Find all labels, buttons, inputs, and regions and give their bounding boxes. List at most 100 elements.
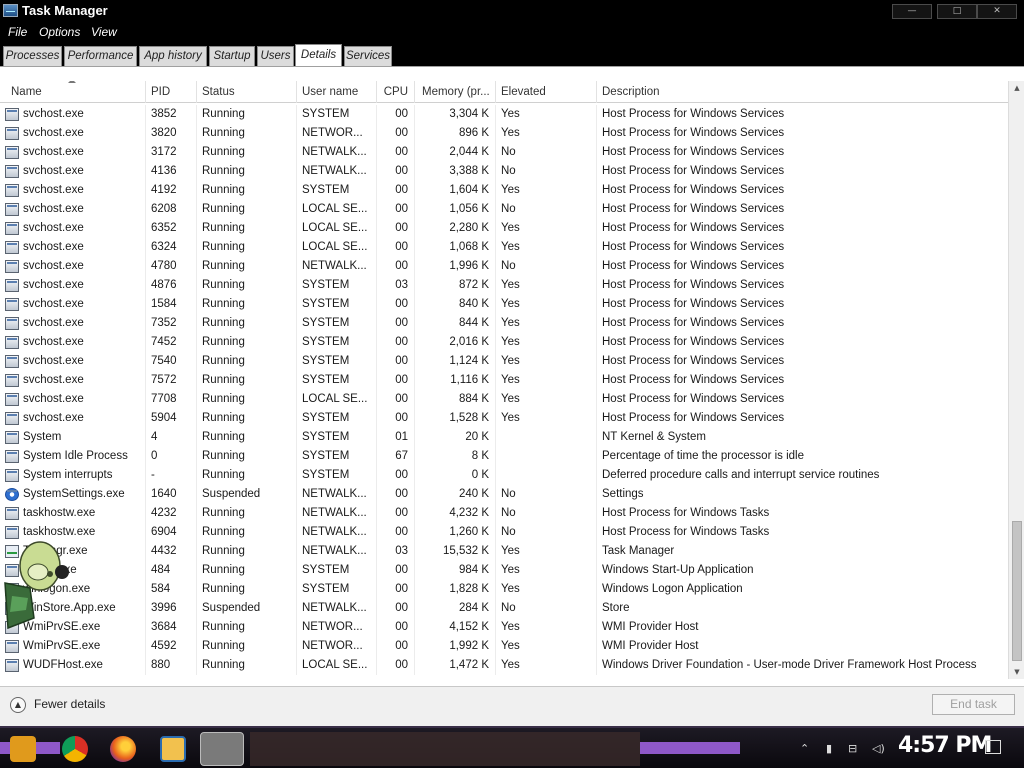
maximize-button[interactable]: □ (937, 4, 977, 19)
close-button[interactable]: ✕ (977, 4, 1017, 19)
process-cpu: 01 (377, 428, 415, 447)
tab-performance[interactable]: Performance (64, 46, 137, 66)
process-description: Host Process for Windows Services (602, 165, 785, 177)
table-row[interactable]: svchost.exe 4192 Running SYSTEM 00 1,604 K Yes… (0, 181, 1008, 200)
notification-icon[interactable] (985, 740, 1001, 754)
start-icon[interactable] (10, 736, 36, 762)
table-row[interactable]: WmiPrvSE.exe 4592 Running NETWOR... 00 1,992 … (0, 637, 1008, 656)
task-manager-icon[interactable] (200, 732, 244, 766)
table-row[interactable]: System interrupts - Running SYSTEM 00 0 K Defe… (0, 466, 1008, 485)
svchost-icon (5, 412, 19, 425)
table-row[interactable]: svchost.exe 3852 Running SYSTEM 00 3,304 K Yes… (0, 105, 1008, 124)
column-pid[interactable]: PID (146, 81, 197, 103)
network-icon[interactable]: ⊟ (848, 742, 857, 755)
process-memory: 844 K (415, 314, 496, 333)
process-status: Running (197, 314, 297, 333)
scroll-up-icon[interactable]: ▲ (1011, 81, 1023, 95)
table-row[interactable]: svchost.exe 4780 Running NETWALK... 00 1,996 … (0, 257, 1008, 276)
svchost-icon (5, 355, 19, 368)
table-row[interactable]: Taskmgr.exe 4432 Running NETWALK... 03 15,532… (0, 542, 1008, 561)
table-row[interactable]: svchost.exe 4136 Running NETWALK... 00 3,388 … (0, 162, 1008, 181)
process-name: svchost.exe (0, 295, 146, 314)
process-elevated (496, 447, 597, 466)
column-name[interactable]: Name (0, 81, 146, 103)
column-description[interactable]: Description (597, 81, 1008, 103)
menu-options[interactable]: Options (39, 25, 80, 39)
tab-details[interactable]: Details (295, 44, 342, 67)
process-pid: 584 (146, 580, 197, 599)
table-row[interactable]: taskhostw.exe 4232 Running NETWALK... 00 4,23… (0, 504, 1008, 523)
tab-processes[interactable]: Processes (3, 46, 62, 66)
svchost-icon (5, 336, 19, 349)
process-list: svchost.exe 3852 Running SYSTEM 00 3,304 K Yes… (0, 105, 1008, 679)
table-row[interactable]: taskhostw.exe 6904 Running NETWALK... 00 1,26… (0, 523, 1008, 542)
process-pid: 3172 (146, 143, 197, 162)
column-cpu[interactable]: CPU (377, 81, 415, 103)
volume-icon[interactable]: ◁) (872, 742, 885, 755)
table-row[interactable]: SystemSettings.exe 1640 Suspended NETWALK..… (0, 485, 1008, 504)
table-row[interactable]: svchost.exe 3820 Running NETWOR... 00 896 K Ye… (0, 124, 1008, 143)
table-row[interactable]: svchost.exe 1584 Running SYSTEM 00 840 K Yes Ho… (0, 295, 1008, 314)
process-user: SYSTEM (297, 561, 377, 580)
tab-startup[interactable]: Startup (209, 46, 255, 66)
chevron-up-icon[interactable]: ⌃ (800, 742, 809, 755)
process-status: Running (197, 580, 297, 599)
table-row[interactable]: System Idle Process 0 Running SYSTEM 67 8 K Pe… (0, 447, 1008, 466)
column-user-name[interactable]: User name (297, 81, 377, 103)
chevron-up-icon[interactable]: ▲ (10, 697, 26, 713)
tablet-icon[interactable]: ▮ (826, 742, 832, 755)
scroll-down-icon[interactable]: ▼ (1011, 665, 1023, 679)
process-pid: 6904 (146, 523, 197, 542)
fewer-details-link[interactable]: Fewer details (34, 697, 105, 711)
column-memory[interactable]: Memory (pr... (415, 81, 496, 103)
wudf-icon (5, 659, 19, 672)
process-memory: 20 K (415, 428, 496, 447)
table-row[interactable]: svchost.exe 5904 Running SYSTEM 00 1,528 K Yes… (0, 409, 1008, 428)
table-row[interactable]: svchost.exe 6352 Running LOCAL SE... 00 2,280… (0, 219, 1008, 238)
table-row[interactable]: svchost.exe 6208 Running LOCAL SE... 00 1,056… (0, 200, 1008, 219)
process-pid: 484 (146, 561, 197, 580)
process-pid: 4592 (146, 637, 197, 656)
firefox-icon[interactable] (110, 736, 136, 762)
vertical-scrollbar[interactable]: ▲ ▼ (1008, 81, 1024, 679)
tab-app-history[interactable]: App history (139, 46, 207, 66)
process-elevated: Yes (496, 618, 597, 637)
table-row[interactable]: wininit.exe 484 Running SYSTEM 00 984 K Yes Win… (0, 561, 1008, 580)
process-cpu: 00 (377, 637, 415, 656)
table-row[interactable]: WinStore.App.exe 3996 Suspended NETWALK... 0… (0, 599, 1008, 618)
process-user: SYSTEM (297, 352, 377, 371)
table-row[interactable]: WmiPrvSE.exe 3684 Running NETWOR... 00 4,152 … (0, 618, 1008, 637)
scrollbar-thumb[interactable] (1012, 521, 1022, 661)
table-row[interactable]: svchost.exe 7452 Running SYSTEM 00 2,016 K Yes… (0, 333, 1008, 352)
end-task-button[interactable]: End task (932, 694, 1015, 715)
svchost-icon (5, 317, 19, 330)
table-row[interactable]: svchost.exe 7708 Running LOCAL SE... 00 884 K… (0, 390, 1008, 409)
file-explorer-icon[interactable] (160, 736, 186, 762)
table-row[interactable]: WUDFHost.exe 880 Running LOCAL SE... 00 1,472… (0, 656, 1008, 675)
process-user: LOCAL SE... (297, 238, 377, 257)
table-row[interactable]: svchost.exe 3172 Running NETWALK... 00 2,044 … (0, 143, 1008, 162)
process-status: Running (197, 409, 297, 428)
table-row[interactable]: svchost.exe 7540 Running SYSTEM 00 1,124 K Yes… (0, 352, 1008, 371)
tab-services[interactable]: Services (344, 46, 392, 66)
process-elevated: Yes (496, 637, 597, 656)
menu-file[interactable]: File (8, 25, 27, 39)
table-row[interactable]: svchost.exe 7572 Running SYSTEM 00 1,116 K Yes… (0, 371, 1008, 390)
tab-users[interactable]: Users (257, 46, 294, 66)
table-row[interactable]: svchost.exe 4876 Running SYSTEM 03 872 K Yes Ho… (0, 276, 1008, 295)
process-description: Host Process for Windows Tasks (602, 507, 770, 519)
table-row[interactable]: winlogon.exe 584 Running SYSTEM 00 1,828 K Yes… (0, 580, 1008, 599)
table-row[interactable]: System 4 Running SYSTEM 01 20 K NT Kernel & Sy… (0, 428, 1008, 447)
winlogon-icon (5, 583, 19, 596)
table-row[interactable]: svchost.exe 6324 Running LOCAL SE... 00 1,068… (0, 238, 1008, 257)
process-cpu: 00 (377, 618, 415, 637)
column-status[interactable]: Status (197, 81, 297, 103)
menu-view[interactable]: View (91, 25, 117, 39)
column-elevated[interactable]: Elevated (496, 81, 597, 103)
chrome-icon[interactable] (62, 736, 88, 762)
table-row[interactable]: svchost.exe 7352 Running SYSTEM 00 844 K Yes Ho… (0, 314, 1008, 333)
process-user: SYSTEM (297, 181, 377, 200)
minimize-button[interactable]: — (892, 4, 932, 19)
clock[interactable]: 4:57 PM (898, 733, 992, 758)
process-memory: 2,044 K (415, 143, 496, 162)
